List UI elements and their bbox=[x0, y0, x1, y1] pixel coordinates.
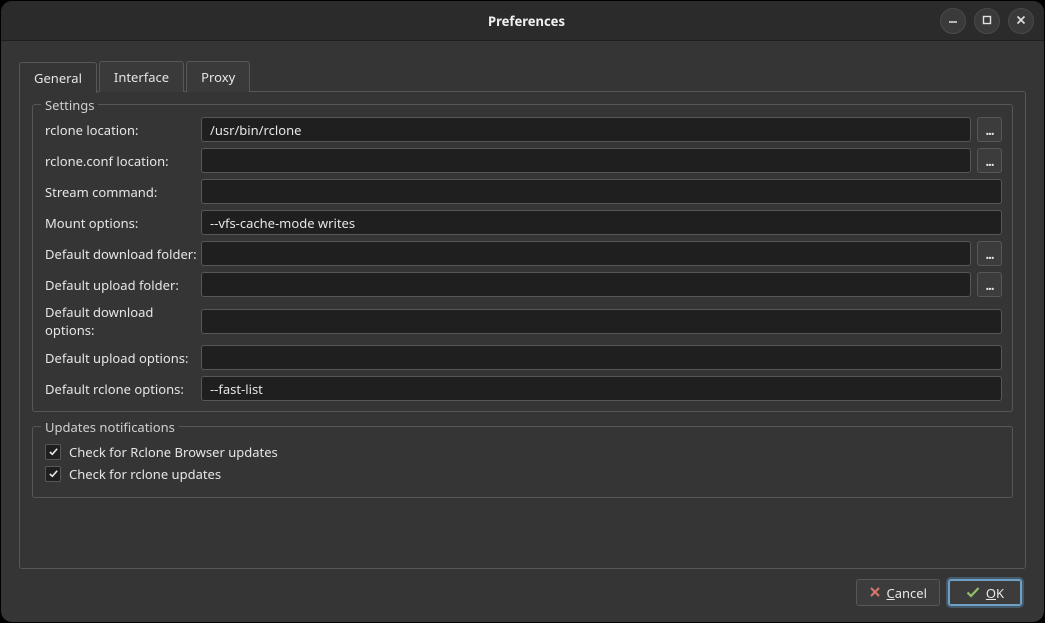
default-upload-options-input[interactable] bbox=[201, 345, 1002, 370]
rclone-location-input[interactable] bbox=[201, 117, 971, 142]
default-download-folder-input[interactable] bbox=[201, 241, 971, 266]
rclone-location-browse-button[interactable]: ... bbox=[977, 117, 1002, 142]
minimize-button[interactable] bbox=[940, 8, 966, 34]
close-icon bbox=[1015, 12, 1027, 30]
stream-command-label: Stream command: bbox=[43, 183, 201, 201]
rclone-conf-location-input[interactable] bbox=[201, 148, 971, 173]
window-title: Preferences bbox=[113, 12, 940, 30]
check-browser-updates-checkbox[interactable] bbox=[45, 444, 61, 460]
maximize-icon bbox=[981, 12, 993, 30]
ok-button[interactable]: OK bbox=[948, 579, 1022, 606]
default-rclone-options-input[interactable] bbox=[201, 376, 1002, 401]
check-browser-updates-label: Check for Rclone Browser updates bbox=[69, 443, 278, 461]
tab-interface[interactable]: Interface bbox=[99, 61, 184, 92]
titlebar: Preferences bbox=[1, 1, 1044, 41]
maximize-button[interactable] bbox=[974, 8, 1000, 34]
cancel-icon bbox=[869, 584, 881, 602]
default-download-folder-label: Default download folder: bbox=[43, 245, 201, 263]
check-icon bbox=[48, 465, 59, 483]
default-download-folder-browse-button[interactable]: ... bbox=[977, 241, 1002, 266]
tab-proxy[interactable]: Proxy bbox=[186, 61, 250, 92]
rclone-location-label: rclone location: bbox=[43, 121, 201, 139]
updates-group: Updates notifications Check for Rclone B… bbox=[32, 426, 1013, 498]
default-download-options-label: Default download options: bbox=[43, 303, 201, 339]
default-rclone-options-label: Default rclone options: bbox=[43, 380, 201, 398]
settings-group-title: Settings bbox=[41, 96, 98, 114]
rclone-conf-location-browse-button[interactable]: ... bbox=[977, 148, 1002, 173]
tab-panel-general: Settings rclone location: ... rclone.con… bbox=[19, 91, 1026, 569]
check-rclone-updates-checkbox[interactable] bbox=[45, 466, 61, 482]
content-area: General Interface Proxy Settings rclone … bbox=[1, 41, 1044, 622]
cancel-button[interactable]: Cancel bbox=[856, 579, 940, 606]
default-upload-folder-input[interactable] bbox=[201, 272, 971, 297]
tab-general[interactable]: General bbox=[19, 62, 97, 93]
dialog-button-bar: Cancel OK bbox=[19, 567, 1026, 610]
cancel-button-label: Cancel bbox=[887, 584, 927, 602]
minimize-icon bbox=[947, 12, 959, 30]
check-rclone-updates-label: Check for rclone updates bbox=[69, 465, 221, 483]
mount-options-label: Mount options: bbox=[43, 214, 201, 232]
settings-group: Settings rclone location: ... rclone.con… bbox=[32, 104, 1013, 412]
check-icon bbox=[48, 443, 59, 461]
rclone-conf-location-label: rclone.conf location: bbox=[43, 152, 201, 170]
default-download-options-input[interactable] bbox=[201, 309, 1002, 334]
updates-group-title: Updates notifications bbox=[41, 418, 179, 436]
default-upload-folder-label: Default upload folder: bbox=[43, 276, 201, 294]
tab-bar: General Interface Proxy bbox=[19, 61, 1026, 92]
default-upload-options-label: Default upload options: bbox=[43, 349, 201, 367]
stream-command-input[interactable] bbox=[201, 179, 1002, 204]
ok-icon bbox=[966, 584, 980, 602]
mount-options-input[interactable] bbox=[201, 210, 1002, 235]
close-button[interactable] bbox=[1008, 8, 1034, 34]
ok-button-label: OK bbox=[986, 584, 1004, 602]
default-upload-folder-browse-button[interactable]: ... bbox=[977, 272, 1002, 297]
preferences-window: Preferences General Interf bbox=[0, 0, 1045, 623]
